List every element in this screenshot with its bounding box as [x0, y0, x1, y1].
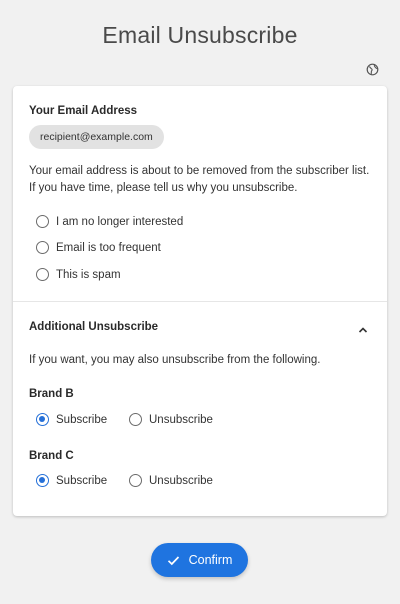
reason-label: Email is too frequent	[56, 241, 161, 254]
chevron-up-icon[interactable]	[357, 322, 369, 333]
globe-icon[interactable]	[366, 63, 379, 76]
email-chip: recipient@example.com	[29, 125, 164, 149]
page-title: Email Unsubscribe	[102, 22, 298, 48]
check-icon	[167, 555, 179, 565]
brand-b-subscribe-option[interactable]: Subscribe	[36, 413, 107, 426]
additional-description: If you want, you may also unsubscribe fr…	[29, 354, 321, 366]
brand-c-subscribe-option[interactable]: Subscribe	[36, 474, 107, 487]
removal-notice-line-1: Your email address is about to be remove…	[29, 165, 370, 177]
radio-checked-icon[interactable]	[36, 474, 49, 487]
reason-label: I am no longer interested	[56, 215, 184, 228]
radio-icon[interactable]	[36, 268, 49, 281]
email-section-heading: Your Email Address	[29, 105, 138, 117]
radio-checked-icon[interactable]	[36, 413, 49, 426]
option-label: Subscribe	[56, 413, 108, 426]
option-label: Unsubscribe	[149, 474, 213, 487]
reason-option-too-frequent[interactable]: Email is too frequent	[36, 241, 161, 254]
brand-c-label: Brand C	[29, 450, 74, 462]
removal-notice: Your email address is about to be remove…	[29, 163, 369, 196]
removal-notice-line-2: If you have time, please tell us why you…	[29, 181, 298, 194]
radio-icon[interactable]	[129, 474, 142, 487]
option-label: Unsubscribe	[149, 413, 213, 426]
reason-option-spam[interactable]: This is spam	[36, 268, 121, 281]
section-divider	[13, 301, 387, 302]
confirm-label: Confirm	[188, 553, 233, 567]
unsubscribe-card: Your Email Address recipient@example.com…	[13, 86, 387, 516]
reason-option-not-interested[interactable]: I am no longer interested	[36, 215, 183, 228]
radio-icon[interactable]	[36, 215, 49, 228]
radio-icon[interactable]	[36, 241, 49, 254]
brand-c-unsubscribe-option[interactable]: Unsubscribe	[129, 474, 213, 487]
radio-icon[interactable]	[129, 413, 142, 426]
option-label: Subscribe	[56, 474, 108, 487]
brand-b-label: Brand B	[29, 388, 74, 400]
confirm-button[interactable]: Confirm	[151, 543, 248, 577]
reason-label: This is spam	[56, 268, 121, 281]
additional-section-heading[interactable]: Additional Unsubscribe	[29, 321, 158, 333]
brand-b-unsubscribe-option[interactable]: Unsubscribe	[129, 413, 213, 426]
